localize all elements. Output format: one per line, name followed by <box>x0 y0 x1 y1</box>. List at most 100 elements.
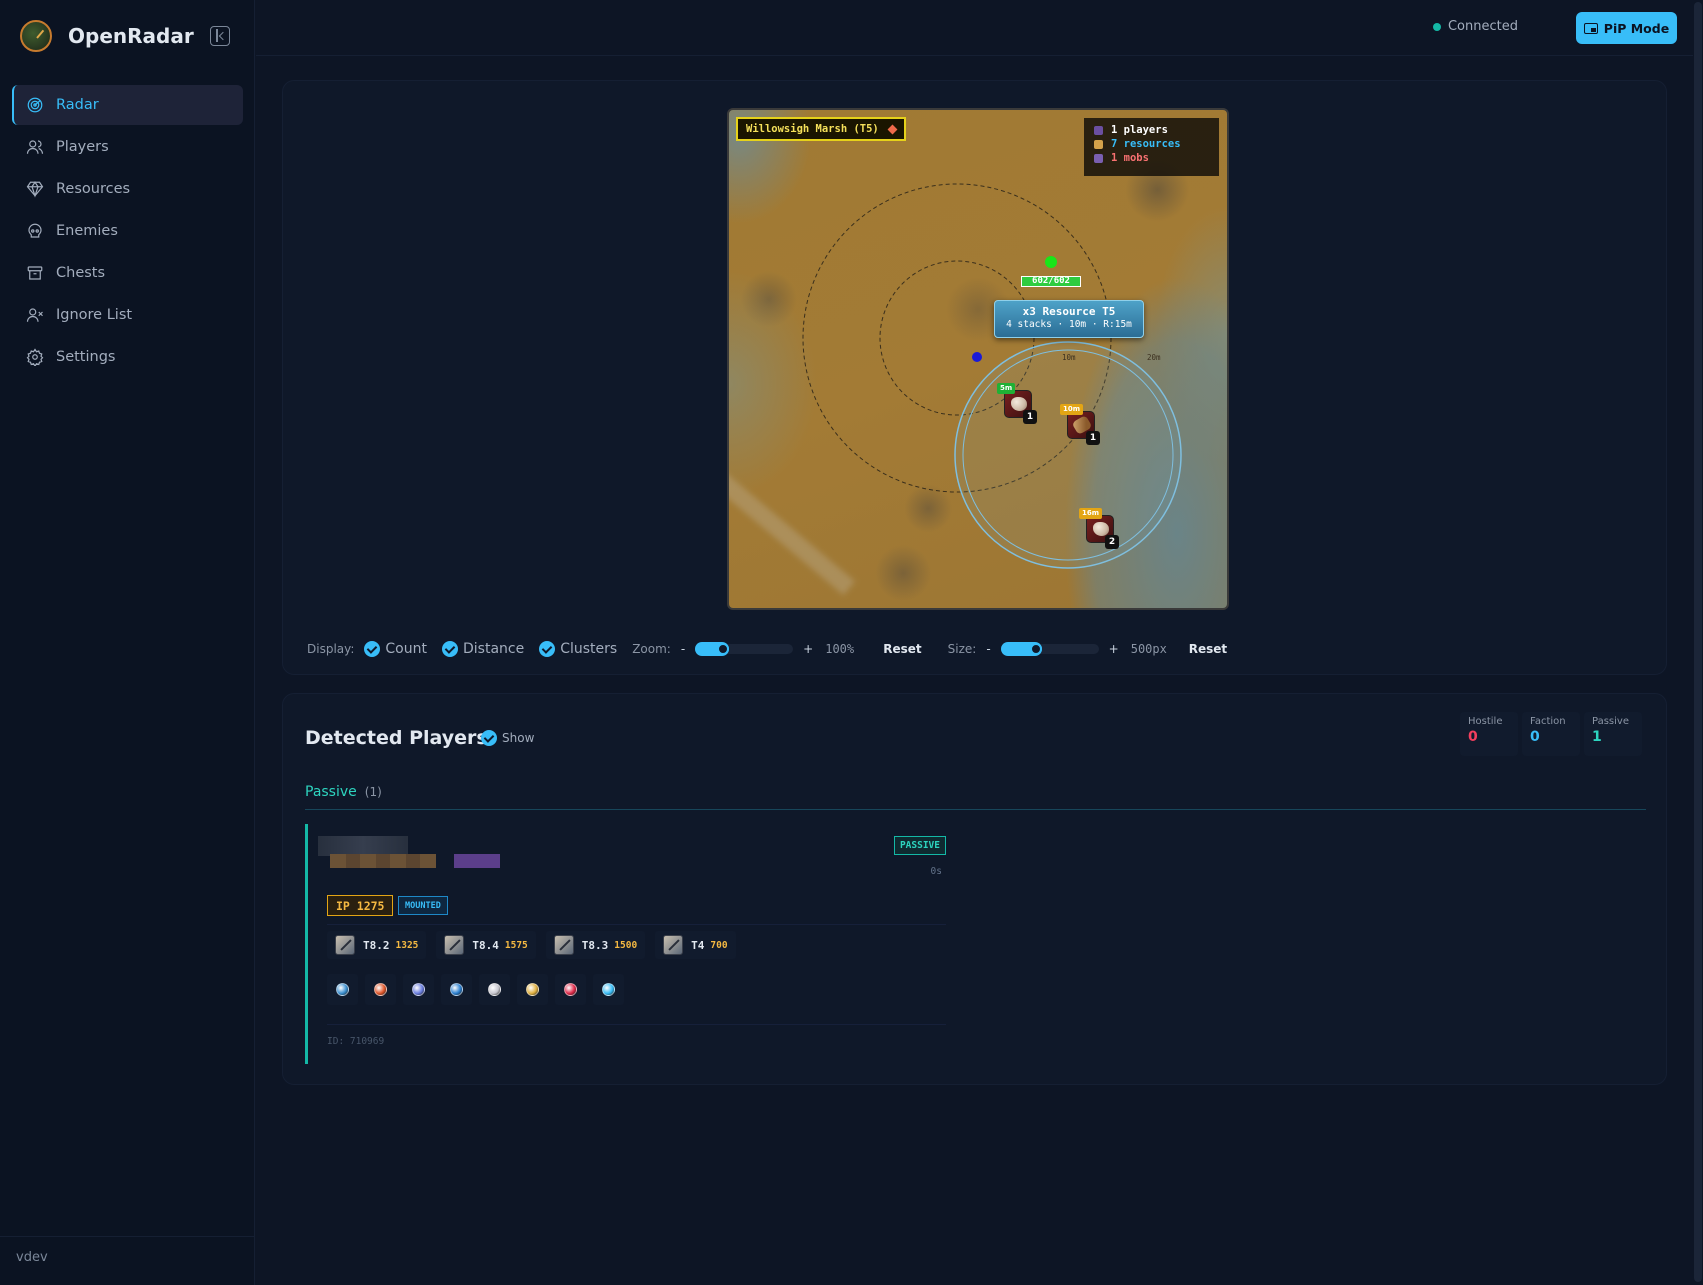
mobs-legend-icon <box>1094 153 1103 163</box>
ring-label-20m: 20m <box>1147 353 1161 362</box>
distance-label: Distance <box>462 641 525 657</box>
size-slider[interactable] <box>1000 642 1099 656</box>
legend-resources: 7 resources <box>1111 138 1181 150</box>
topbar: Connected PiP Mode <box>256 0 1703 56</box>
size-increase-button[interactable]: + <box>1109 642 1119 656</box>
size-decrease-button[interactable]: - <box>986 642 990 656</box>
sidebar-collapse-icon[interactable] <box>210 26 230 46</box>
tab-divider <box>305 809 1646 810</box>
spell-slot[interactable] <box>517 974 548 1005</box>
show-label: Show <box>502 731 535 745</box>
zone-name: Willowsigh Marsh (T5) <box>746 123 879 135</box>
size-value: 500px <box>1130 642 1167 656</box>
version-label: vdev <box>16 1250 48 1265</box>
app-title: OpenRadar <box>68 24 194 48</box>
resource-distance: 5m <box>997 383 1016 394</box>
spell-icon <box>374 983 387 996</box>
sidebar-item-chests[interactable]: Chests <box>12 253 243 293</box>
archive-icon <box>26 264 44 282</box>
zoom-reset-button[interactable]: Reset <box>883 642 921 656</box>
equipment-item[interactable]: T8.4 1575 <box>436 931 536 959</box>
brand[interactable]: OpenRadar <box>20 20 194 52</box>
spell-slot[interactable] <box>555 974 586 1005</box>
zoom-decrease-button[interactable]: - <box>681 642 685 656</box>
show-players-toggle[interactable]: Show <box>481 730 534 746</box>
mounted-badge: MOUNTED <box>398 896 448 915</box>
show-checkbox[interactable] <box>481 730 497 746</box>
pip-mode-button[interactable]: PiP Mode <box>1576 12 1677 44</box>
users-icon <box>26 138 44 156</box>
count-checkbox[interactable] <box>364 641 381 657</box>
display-label: Display: <box>307 642 355 656</box>
scrollbar-thumb[interactable] <box>1694 2 1702 1282</box>
zoom-increase-button[interactable]: + <box>803 642 813 656</box>
sidebar-item-players[interactable]: Players <box>12 127 243 167</box>
sidebar-item-settings[interactable]: Settings <box>12 337 243 377</box>
resource-count: 2 <box>1105 535 1119 549</box>
clusters-label: Clusters <box>560 641 618 657</box>
panel-title: Detected Players <box>305 727 488 749</box>
stat-hostile: Hostile 0 <box>1460 712 1518 756</box>
tooltip-subtitle: 4 stacks · 10m · R:15m <box>1006 319 1132 330</box>
spell-slot[interactable] <box>365 974 396 1005</box>
sidebar-item-label: Chests <box>56 265 106 281</box>
resource-marker[interactable]: 10m 1 <box>1060 404 1100 445</box>
gear-icon <box>26 348 44 368</box>
sidebar-item-radar[interactable]: Radar <box>12 85 243 125</box>
sidebar-nav: Radar Players Resources Enemies Chests I… <box>12 85 243 379</box>
sidebar-item-resources[interactable]: Resources <box>12 169 243 209</box>
spell-slot[interactable] <box>403 974 434 1005</box>
equipment-item[interactable]: T4 700 <box>655 931 736 959</box>
connection-status: Connected <box>1432 19 1518 34</box>
page-scrollbar[interactable] <box>1693 0 1703 1285</box>
spell-icon <box>526 983 539 996</box>
player-card[interactable]: PASSIVE 0s IP 1275 MOUNTED T8.2 1325 T8.… <box>305 824 952 1064</box>
spell-slot[interactable] <box>479 974 510 1005</box>
equipment-ip: 700 <box>710 939 728 951</box>
stat-label: Faction <box>1530 716 1566 727</box>
sidebar-item-label: Enemies <box>56 223 118 239</box>
players-legend-icon <box>1094 125 1103 135</box>
equipment-item[interactable]: T8.3 1500 <box>545 931 646 959</box>
zoom-slider[interactable] <box>695 642 794 656</box>
display-controls: Display: Count Distance Clusters Zoom: -… <box>307 639 1253 659</box>
tooltip-title: x3 Resource T5 <box>1022 305 1116 318</box>
size-reset-button[interactable]: Reset <box>1189 642 1227 656</box>
legend-players: 1 players <box>1111 124 1168 136</box>
equipment-item[interactable]: T8.2 1325 <box>327 931 427 959</box>
clusters-checkbox[interactable] <box>539 641 556 657</box>
sidebar-item-ignore-list[interactable]: Ignore List <box>12 295 243 335</box>
mob-dot <box>1045 256 1057 268</box>
spell-icon <box>412 983 425 996</box>
count-label: Count <box>385 641 427 657</box>
equipment-ip: 1500 <box>614 939 638 951</box>
stat-faction: Faction 0 <box>1522 712 1580 756</box>
tab-passive[interactable]: Passive (1) <box>305 784 382 800</box>
equipment-tier: T8.2 <box>363 938 390 952</box>
player-id: ID: 710969 <box>327 1036 385 1047</box>
radar-legend: 1 players 7 resources 1 mobs <box>1084 118 1219 176</box>
zone-label: Willowsigh Marsh (T5) <box>736 117 906 141</box>
spell-slot[interactable] <box>327 974 358 1005</box>
sidebar-item-label: Resources <box>56 181 131 197</box>
spell-icon <box>564 983 577 996</box>
spell-icon <box>602 983 615 996</box>
spell-slot[interactable] <box>441 974 472 1005</box>
spell-slot[interactable] <box>593 974 624 1005</box>
spell-icon <box>336 983 349 996</box>
gem-icon <box>26 180 44 198</box>
weapon-icon <box>663 935 684 955</box>
distance-checkbox[interactable] <box>441 641 458 657</box>
size-slider-handle[interactable] <box>1029 643 1042 655</box>
stat-passive: Passive 1 <box>1584 712 1642 756</box>
sidebar-item-enemies[interactable]: Enemies <box>12 211 243 251</box>
pip-mode-label: PiP Mode <box>1603 20 1670 36</box>
zoom-slider-handle[interactable] <box>717 643 730 655</box>
radar-map[interactable]: 10m 20m Willowsigh Marsh (T5) 1 players … <box>727 108 1229 610</box>
resource-distance: 16m <box>1079 508 1103 519</box>
resource-count: 1 <box>1086 431 1100 445</box>
resources-legend-icon <box>1094 139 1103 149</box>
weapon-icon <box>444 935 465 955</box>
resource-marker[interactable]: 5m 1 <box>997 383 1037 424</box>
resource-marker[interactable]: 16m 2 <box>1079 508 1119 549</box>
